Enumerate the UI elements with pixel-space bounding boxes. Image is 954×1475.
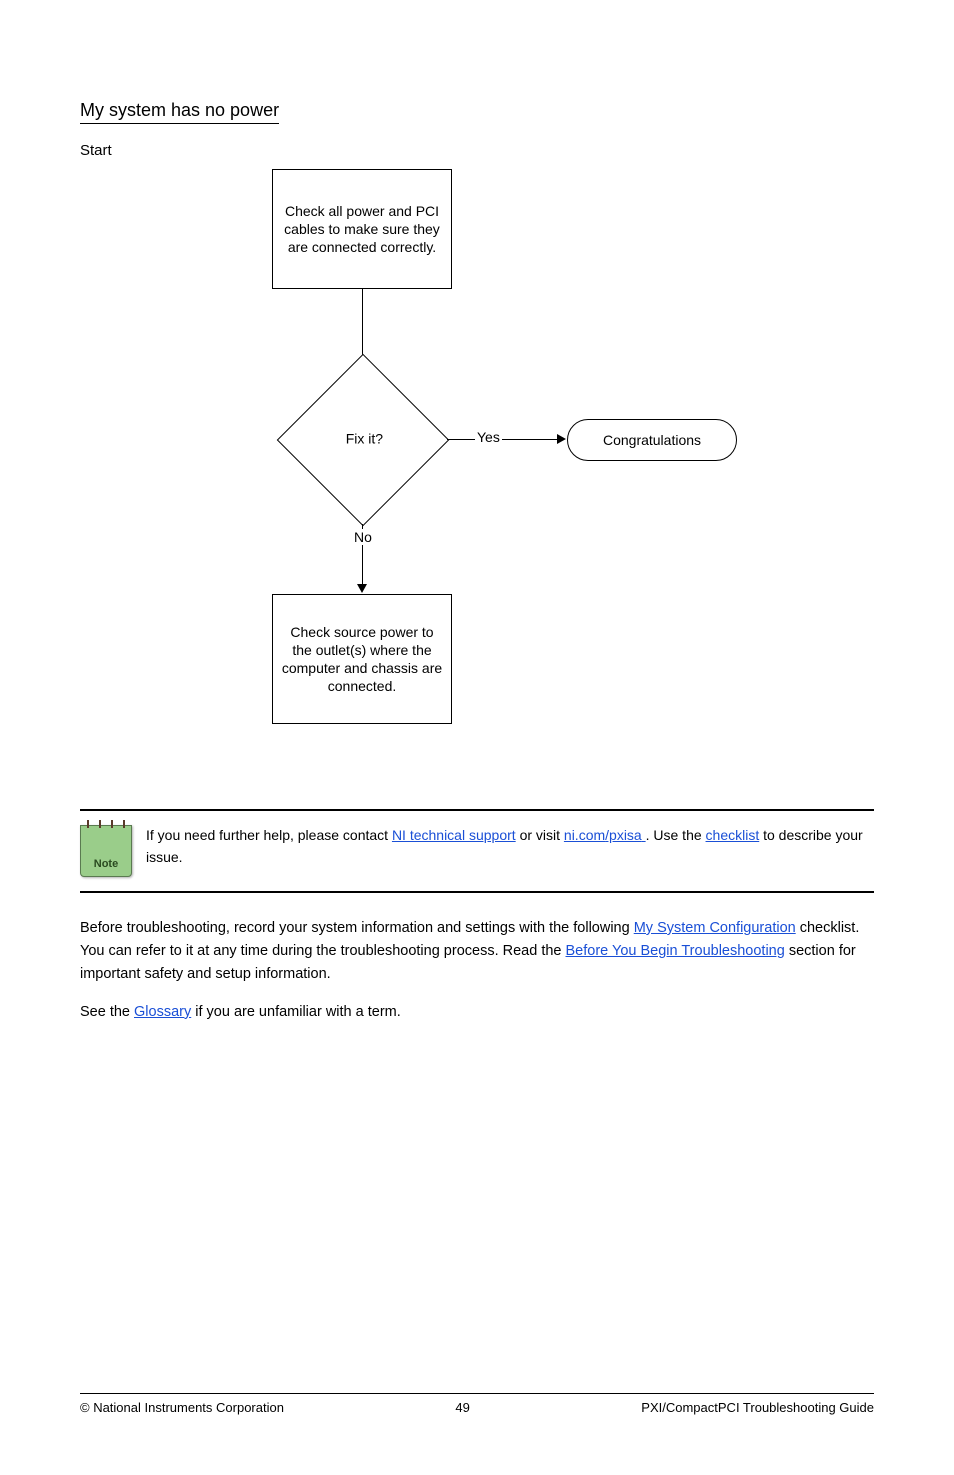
note-link-site[interactable]: ni.com/pxisa — [564, 827, 646, 843]
flowchart-congrats: Congratulations — [567, 419, 737, 461]
flowchart-decision-label: Fix it? — [304, 431, 424, 447]
flowchart: Check all power and PCI cables to make s… — [80, 169, 874, 789]
link-before-you-begin[interactable]: Before You Begin Troubleshooting — [566, 943, 785, 959]
link-glossary[interactable]: Glossary — [134, 1004, 191, 1020]
section-subtitle: Start — [80, 142, 874, 159]
footer-page-number: 49 — [455, 1400, 469, 1415]
section-title: My system has no power — [80, 100, 279, 124]
para1-frag: Before troubleshooting, record your syst… — [80, 920, 634, 936]
note-link-nicom: ni.com — [564, 827, 605, 843]
note-callout: Note If you need further help, please co… — [80, 809, 874, 893]
note-text-frag: . Use the — [646, 827, 706, 843]
flowchart-connector — [447, 439, 562, 440]
note-link-support[interactable]: NI technical support — [392, 827, 516, 843]
instruction-text: Before troubleshooting, record your syst… — [80, 917, 874, 1024]
arrow-down-icon — [357, 584, 367, 593]
flowchart-step-1: Check all power and PCI cables to make s… — [272, 169, 452, 289]
footer-doc-title: PXI/CompactPCI Troubleshooting Guide — [641, 1400, 874, 1415]
footer-copyright: © National Instruments Corporation — [80, 1400, 284, 1415]
link-my-system-configuration[interactable]: My System Configuration — [634, 920, 796, 936]
note-text-frag: or visit — [520, 827, 564, 843]
note-link-checklist[interactable]: checklist — [706, 827, 760, 843]
note-link-pxisa: /pxisa — [605, 827, 642, 843]
note-text: If you need further help, please contact… — [146, 825, 874, 868]
page-footer: © National Instruments Corporation 49 PX… — [80, 1393, 874, 1415]
flowchart-step-2: Check source power to the outlet(s) wher… — [272, 594, 452, 724]
para2-frag: if you are unfamiliar with a term. — [195, 1004, 401, 1020]
arrow-right-icon — [557, 434, 566, 444]
note-text-frag: If you need further help, please contact — [146, 827, 392, 843]
note-icon-label: Note — [81, 858, 131, 870]
para2-frag: See the — [80, 1004, 134, 1020]
flowchart-yes-label: Yes — [475, 429, 502, 445]
flowchart-no-label: No — [352, 529, 374, 545]
note-icon: Note — [80, 825, 130, 877]
